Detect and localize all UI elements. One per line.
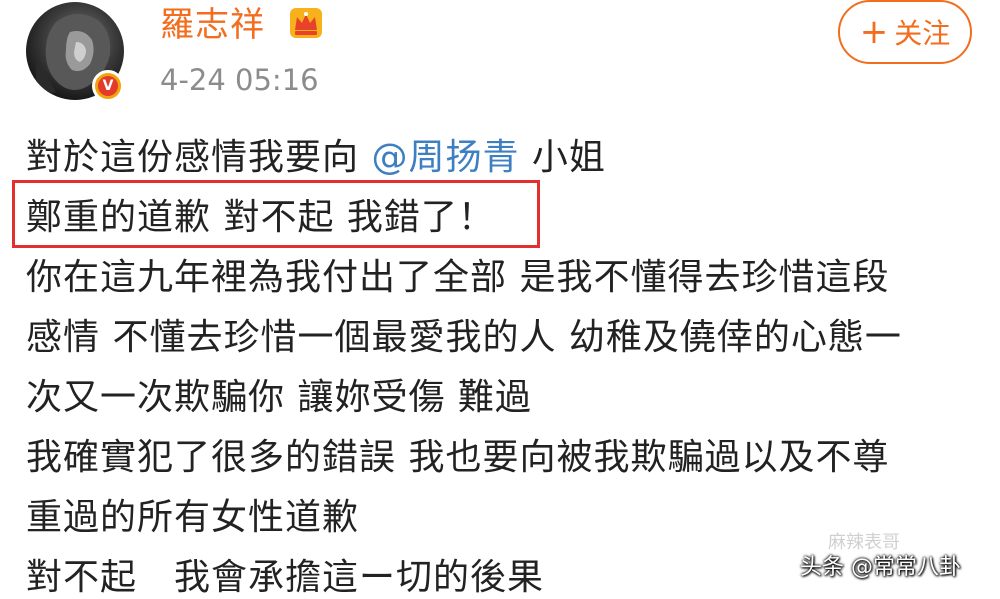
user-name[interactable]: 羅志祥 [160, 2, 265, 48]
post-line-5: 次又一次欺騙你 讓妳受傷 難過 [26, 377, 532, 418]
post-line-1: 對於這份感情我要向 @周扬青 小姐 [26, 128, 986, 188]
crown-icon [290, 8, 322, 38]
follow-label: 关注 [894, 17, 951, 50]
line1-prefix: 對於這份感情我要向 [26, 137, 372, 178]
verified-mark: V [98, 76, 118, 96]
line1-suffix: 小姐 [519, 137, 606, 178]
highlight-annotation-box [12, 180, 540, 248]
plus-icon: + [859, 12, 889, 52]
post-timestamp: 4-24 05:16 [160, 63, 319, 97]
post-line-3: 你在這九年裡為我付出了全部 是我不懂得去珍惜這段 [26, 257, 890, 298]
post-line-4: 感情 不懂去珍惜一個最愛我的人 幼稚及僥倖的心態一 [26, 317, 902, 358]
post-line-6: 我確實犯了很多的錯誤 我也要向被我欺騙過以及不尊 [26, 437, 890, 478]
verified-badge-icon: V [92, 70, 124, 102]
watermark-text: 头条 @常常八卦 [800, 555, 961, 580]
mention-link[interactable]: @周扬青 [371, 137, 519, 178]
follow-button[interactable]: + 关注 [838, 0, 972, 64]
